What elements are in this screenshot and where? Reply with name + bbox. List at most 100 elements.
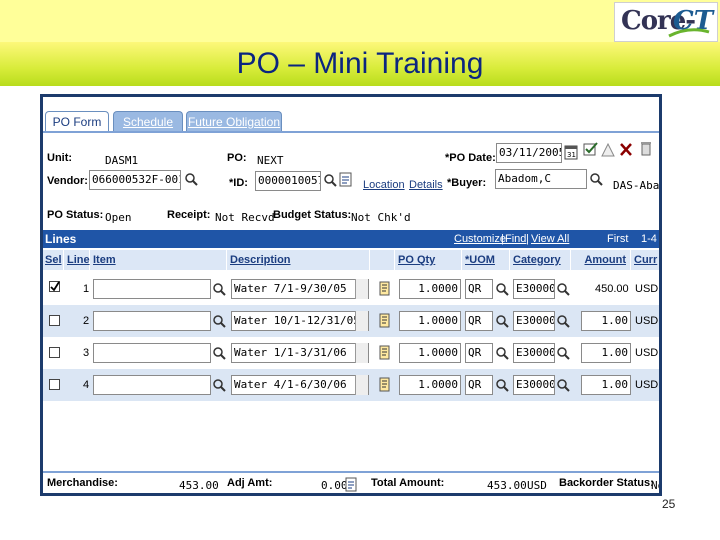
item-lookup-icon[interactable] <box>212 346 226 360</box>
row-uom-input[interactable]: QR <box>465 279 493 299</box>
row-uom-input[interactable]: QR <box>465 375 493 395</box>
vendor-lookup-icon[interactable] <box>184 172 198 186</box>
row-amount-input[interactable]: 1.00 <box>581 343 631 363</box>
lines-grid-header: Lines Customize | Find | View All First … <box>43 230 659 248</box>
row-item-input[interactable] <box>93 375 211 395</box>
col-sel[interactable]: Sel <box>43 250 64 270</box>
lines-column-headers: Sel Line Item Description PO Qty *UOM Ca… <box>43 250 659 270</box>
item-lookup-icon[interactable] <box>212 378 226 392</box>
customize-link[interactable]: Customize <box>454 233 506 245</box>
merchandise-value: 453.00 <box>179 479 219 492</box>
row-select-checkbox[interactable] <box>49 379 60 390</box>
row-category-input[interactable]: E30000 <box>513 343 555 363</box>
uom-lookup-icon[interactable] <box>495 378 509 392</box>
row-description-input[interactable]: Water 7/1-9/30/05 <box>231 279 369 299</box>
col-item[interactable]: Item <box>91 250 227 270</box>
col-po-qty[interactable]: PO Qty <box>396 250 462 270</box>
category-lookup-icon[interactable] <box>556 346 570 360</box>
location-link[interactable]: Location <box>363 179 405 191</box>
description-spinner[interactable] <box>355 279 368 299</box>
tab-schedule[interactable]: Schedule <box>113 111 183 131</box>
item-lookup-icon[interactable] <box>212 282 226 296</box>
category-lookup-icon[interactable] <box>556 282 570 296</box>
po-value: NEXT <box>257 154 284 167</box>
details-link[interactable]: Details <box>409 179 443 191</box>
row-currency: USD <box>635 315 659 327</box>
svg-text:31: 31 <box>567 151 576 159</box>
po-status-value: Open <box>105 211 132 224</box>
budget-status-label: Budget Status: <box>273 209 352 221</box>
row-description-input[interactable]: Water 4/1-6/30/06 <box>231 375 369 395</box>
row-category-input[interactable]: E30000 <box>513 311 555 331</box>
uom-lookup-icon[interactable] <box>495 346 509 360</box>
buyer-label: *Buyer: <box>447 177 487 189</box>
row-uom-input[interactable]: QR <box>465 343 493 363</box>
spell-check-icon[interactable] <box>583 141 599 157</box>
line-details-icon[interactable] <box>379 281 391 297</box>
trash-icon[interactable] <box>639 140 653 157</box>
line-details-icon[interactable] <box>379 313 391 329</box>
view-all-link[interactable]: View All <box>531 233 569 245</box>
col-line[interactable]: Line <box>65 250 90 270</box>
col-curr[interactable]: Curr <box>632 250 659 270</box>
id-lookup-icon[interactable] <box>323 173 337 187</box>
line-details-icon[interactable] <box>379 345 391 361</box>
slide-page-number: 25 <box>662 497 676 511</box>
tab-future-obligation[interactable]: Future Obligation <box>186 111 282 131</box>
row-select-checkbox[interactable] <box>49 347 60 358</box>
adjustments-icon[interactable] <box>345 477 357 492</box>
buyer-lookup-icon[interactable] <box>589 172 603 186</box>
col-uom[interactable]: *UOM <box>463 250 510 270</box>
category-lookup-icon[interactable] <box>556 314 570 328</box>
item-lookup-icon[interactable] <box>212 314 226 328</box>
row-item-input[interactable] <box>93 343 211 363</box>
warning-triangle-icon[interactable] <box>601 143 615 157</box>
vendor-details-icon[interactable] <box>339 172 353 188</box>
po-date-input[interactable]: 03/11/2005 <box>496 143 562 163</box>
row-category-input[interactable]: E30000 <box>513 279 555 299</box>
row-qty-input[interactable]: 1.0000 <box>399 311 461 331</box>
slide-title: PO – Mini Training <box>236 47 484 80</box>
grid-separator: | <box>501 233 504 245</box>
description-spinner[interactable] <box>355 375 368 395</box>
tab-po-form[interactable]: PO Form <box>45 111 109 131</box>
row-item-input[interactable] <box>93 279 211 299</box>
line-details-icon[interactable] <box>379 377 391 393</box>
row-amount: 450.00 <box>595 283 629 295</box>
col-amount[interactable]: Amount <box>572 250 631 270</box>
row-select-checkbox[interactable] <box>49 315 60 326</box>
row-item-input[interactable] <box>93 311 211 331</box>
col-category[interactable]: Category <box>511 250 571 270</box>
row-line-number: 3 <box>83 347 90 359</box>
find-link[interactable]: Find <box>505 233 526 245</box>
buyer-input[interactable]: Abadom,C <box>495 169 587 189</box>
col-description[interactable]: Description <box>228 250 370 270</box>
row-amount-input[interactable]: 1.00 <box>581 311 631 331</box>
row-line-number: 4 <box>83 379 90 391</box>
description-spinner[interactable] <box>355 343 368 363</box>
po-date-label: *PO Date: <box>445 152 496 164</box>
row-amount-input[interactable]: 1.00 <box>581 375 631 395</box>
row-description-input[interactable]: Water 1/1-3/31/06 <box>231 343 369 363</box>
description-spinner[interactable] <box>355 311 368 331</box>
calendar-icon[interactable]: 31 <box>564 145 578 160</box>
row-qty-input[interactable]: 1.0000 <box>399 343 461 363</box>
total-amount-value: 453.00 <box>487 479 527 492</box>
row-category-input[interactable]: E30000 <box>513 375 555 395</box>
uom-lookup-icon[interactable] <box>495 282 509 296</box>
row-uom-input[interactable]: QR <box>465 311 493 331</box>
row-select-checkbox[interactable] <box>49 281 60 292</box>
uom-lookup-icon[interactable] <box>495 314 509 328</box>
vendor-input[interactable]: 066000532F-001 <box>89 170 181 190</box>
row-qty-input[interactable]: 1.0000 <box>399 375 461 395</box>
vendor-label: Vendor: <box>47 175 88 187</box>
total-amount-label: Total Amount: <box>371 477 445 489</box>
lines-grid-title: Lines <box>45 232 77 246</box>
category-lookup-icon[interactable] <box>556 378 570 392</box>
id-input[interactable]: 0000010057 <box>255 171 321 191</box>
delete-x-icon[interactable] <box>619 141 633 157</box>
first-link[interactable]: First <box>607 233 628 245</box>
row-qty-input[interactable]: 1.0000 <box>399 279 461 299</box>
po-label: PO: <box>227 152 247 164</box>
row-description-input[interactable]: Water 10/1-12/31/05 <box>231 311 369 331</box>
